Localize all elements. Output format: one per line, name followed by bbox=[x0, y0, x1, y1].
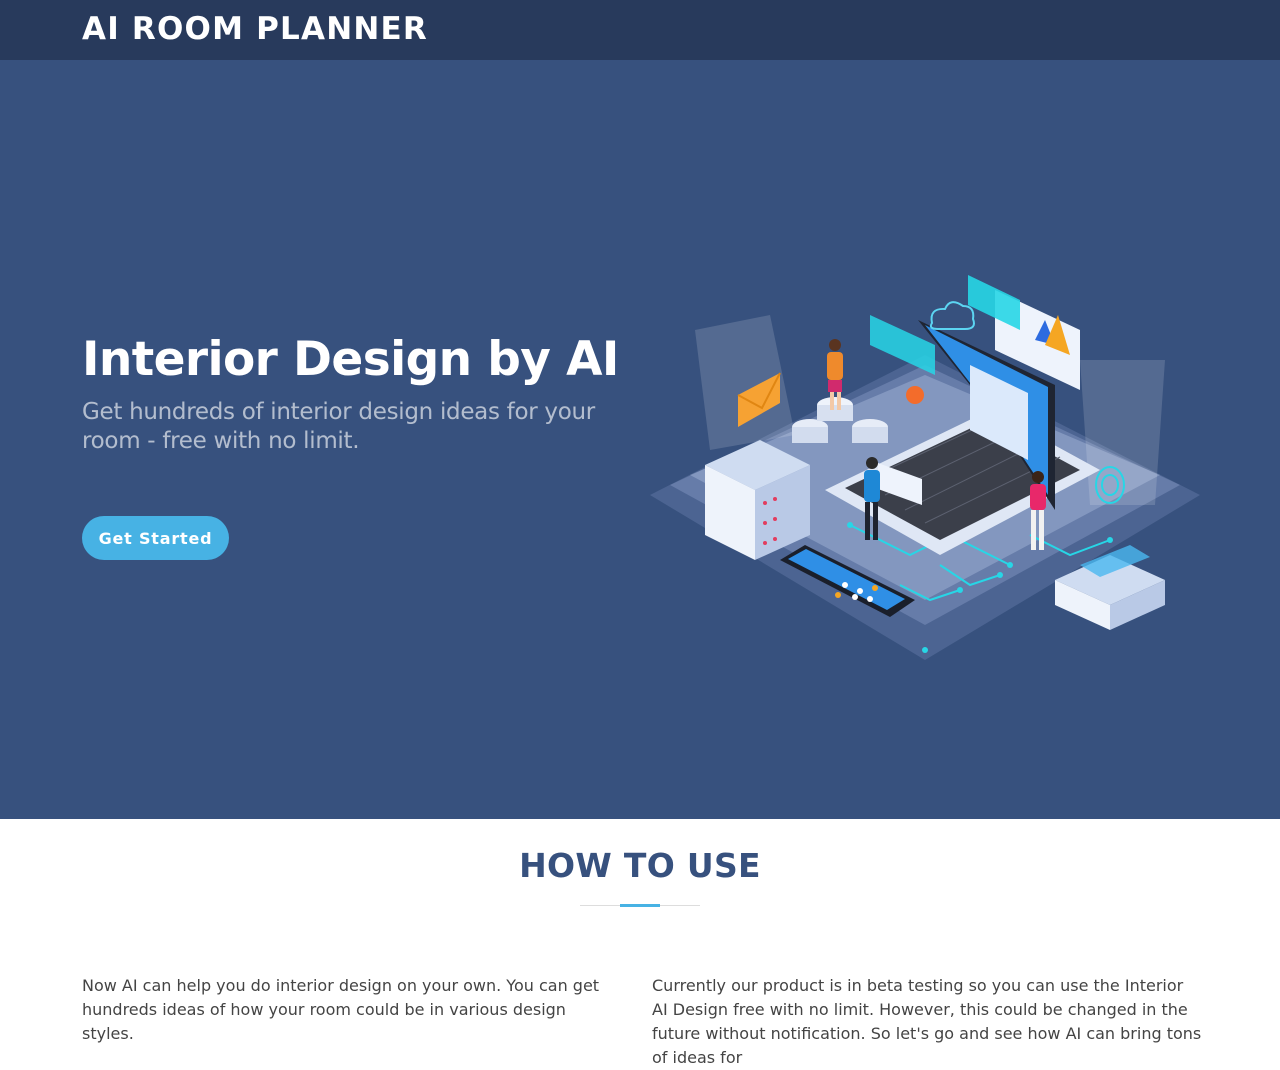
how-to-use-right-text: Currently our product is in beta testing… bbox=[652, 976, 1202, 1067]
hero-subtitle: Get hundreds of interior design ideas fo… bbox=[82, 399, 595, 454]
hero-illustration bbox=[650, 275, 1200, 660]
hero-section: Interior Design by AI Get hundreds of in… bbox=[0, 60, 1280, 819]
how-to-use-left-text: Now AI can help you do interior design o… bbox=[82, 976, 600, 1043]
section-divider-accent bbox=[620, 904, 660, 907]
brand-logo[interactable]: AI ROOM PLANNER bbox=[82, 11, 428, 47]
top-navbar: AI ROOM PLANNER bbox=[0, 0, 1280, 60]
section-title: HOW TO USE bbox=[519, 846, 761, 885]
get-started-button[interactable]: Get Started bbox=[82, 516, 229, 560]
hero-title: Interior Design by AI bbox=[82, 332, 619, 387]
